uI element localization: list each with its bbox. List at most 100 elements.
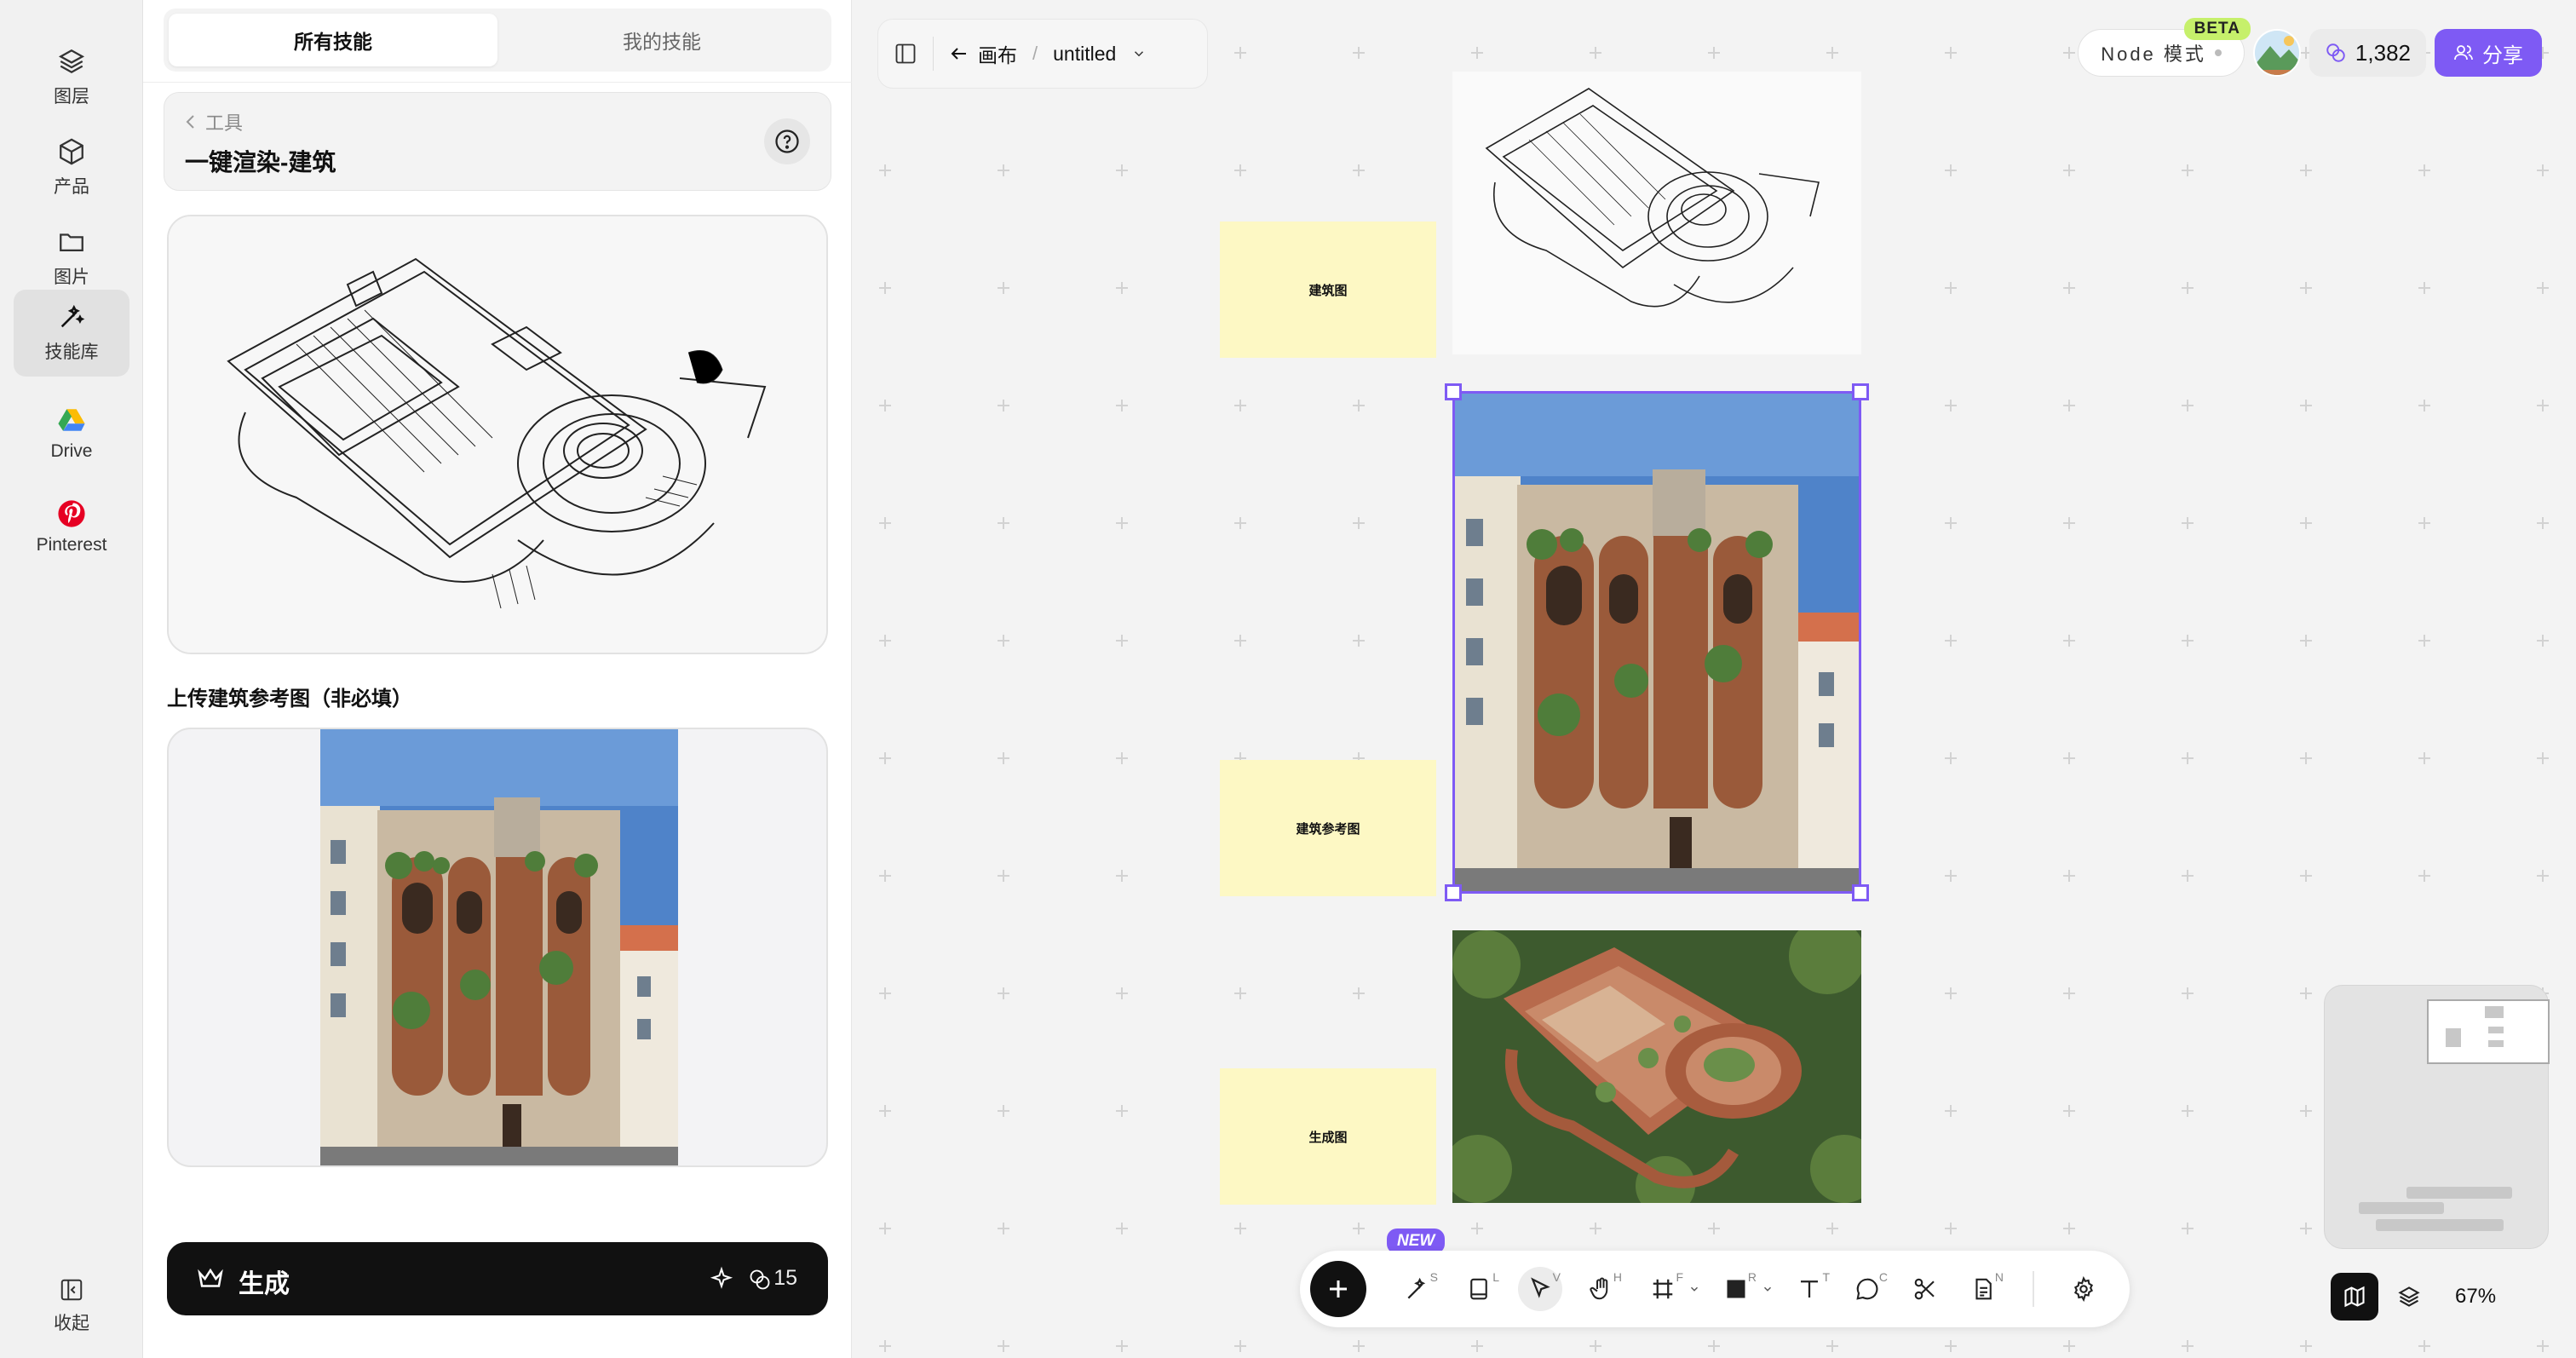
- rail-item-drive[interactable]: Drive: [14, 390, 129, 477]
- minimap-item: [2488, 1040, 2504, 1047]
- shortcut-key: C: [1878, 1270, 1888, 1284]
- minimap-item: [2488, 1027, 2504, 1033]
- note-tool-button[interactable]: N: [1961, 1267, 2005, 1311]
- sketch-upload-card[interactable]: [167, 215, 828, 654]
- collapse-button[interactable]: 收起: [14, 1269, 129, 1343]
- text-icon: [1801, 1280, 1818, 1298]
- file-name[interactable]: untitled: [1053, 43, 1116, 66]
- share-button[interactable]: 分享: [2435, 29, 2542, 77]
- zoom-level[interactable]: 67%: [2455, 1285, 2496, 1309]
- minimap-item: [2446, 1028, 2461, 1047]
- generate-label: 生成: [239, 1270, 290, 1298]
- tool-back-link[interactable]: 工具: [185, 108, 243, 135]
- minimap[interactable]: [2324, 985, 2550, 1249]
- text-tool-button[interactable]: T: [1787, 1267, 1831, 1311]
- breadcrumb-separator: /: [1032, 43, 1038, 64]
- cut-tool-button[interactable]: [1903, 1267, 1947, 1311]
- tab-all-skills[interactable]: 所有技能: [169, 14, 497, 66]
- hand-tool-button[interactable]: H: [1579, 1267, 1624, 1311]
- rail-item-skills[interactable]: 技能库: [14, 290, 129, 377]
- magic-wand-icon: [60, 304, 85, 328]
- folder-icon: [60, 233, 83, 252]
- comment-tool-button[interactable]: C: [1845, 1267, 1889, 1311]
- chevron-down-icon[interactable]: [1762, 1283, 1774, 1295]
- rail-label: 图层: [54, 87, 89, 106]
- left-rail: 图层 产品 图片 技能库 Drive Pinterest 收起: [0, 0, 143, 1358]
- skills-panel: 所有技能 我的技能 工具 一键渲染-建筑 上传建筑参考图（非必填） 生成 15: [143, 0, 852, 1358]
- settings-button[interactable]: [2061, 1267, 2106, 1311]
- pinterest-icon: [58, 500, 85, 527]
- tool-title: 一键渲染-建筑: [185, 149, 336, 176]
- rail-label: Pinterest: [36, 535, 107, 555]
- architecture-sketch-image: [169, 216, 826, 653]
- chevron-down-icon[interactable]: [1688, 1283, 1700, 1295]
- add-button[interactable]: [1310, 1261, 1366, 1317]
- grid-frame-tool-button[interactable]: F: [1641, 1267, 1685, 1311]
- map-view-button[interactable]: [2331, 1273, 2378, 1321]
- share-label: 分享: [2482, 43, 2523, 67]
- shape-tool-button[interactable]: R: [1714, 1267, 1758, 1311]
- rail-label: Drive: [50, 441, 93, 461]
- tab-my-skills[interactable]: 我的技能: [497, 14, 826, 66]
- generate-button[interactable]: 生成 15: [167, 1242, 828, 1315]
- square-icon: [1727, 1280, 1745, 1298]
- scissors-icon: [1914, 1278, 1935, 1300]
- question-icon: [775, 129, 799, 153]
- help-button[interactable]: [764, 118, 810, 164]
- shortcut-key: R: [1747, 1270, 1757, 1284]
- magic-wand-icon: [1407, 1277, 1426, 1299]
- minimap-item: [2376, 1219, 2504, 1231]
- sticky-note[interactable]: 建筑图: [1220, 222, 1436, 358]
- frame-tool-button[interactable]: L: [1457, 1267, 1501, 1311]
- tablet-icon: [1470, 1278, 1487, 1300]
- minimap-viewport[interactable]: [2427, 999, 2550, 1064]
- sticky-note[interactable]: 生成图: [1220, 1068, 1436, 1205]
- select-tool-button[interactable]: V: [1518, 1267, 1562, 1311]
- minimap-item: [2406, 1187, 2512, 1199]
- credits-value: 1,382: [2355, 39, 2411, 66]
- sticky-note[interactable]: 建筑参考图: [1220, 760, 1436, 896]
- map-icon: [2344, 1286, 2365, 1308]
- arrow-left-icon: [951, 48, 966, 60]
- layers-view-button[interactable]: [2385, 1273, 2433, 1321]
- skill-tabs: 所有技能 我的技能: [164, 9, 831, 72]
- breadcrumb: 画布 / untitled: [877, 19, 1208, 89]
- rail-item-pinterest[interactable]: Pinterest: [14, 484, 129, 571]
- shortcut-key: F: [1676, 1270, 1683, 1284]
- chevron-down-icon[interactable]: [1131, 46, 1147, 61]
- rail-item-images[interactable]: 图片: [14, 215, 129, 302]
- divider: [933, 37, 934, 71]
- canvas-sketch-image[interactable]: [1452, 72, 1861, 354]
- back-to-canvas-link[interactable]: 画布: [949, 39, 1017, 68]
- chevron-left-icon: [186, 115, 194, 129]
- shortcut-key: H: [1613, 1270, 1622, 1284]
- layers-icon: [58, 49, 85, 74]
- shortcut-key: T: [1822, 1270, 1830, 1284]
- canvas-reference-image[interactable]: [1452, 391, 1861, 894]
- reference-upload-card[interactable]: [167, 728, 828, 1167]
- rail-item-products[interactable]: 产品: [14, 124, 129, 211]
- crown-icon: [198, 1268, 223, 1287]
- reference-label: 上传建筑参考图（非必填）: [167, 688, 412, 711]
- magic-tool-button[interactable]: S: [1395, 1267, 1440, 1311]
- google-drive-icon: [58, 409, 85, 431]
- sidebar-toggle-icon[interactable]: [894, 42, 917, 66]
- minimap-item: [2359, 1202, 2444, 1214]
- credits-badge[interactable]: 1,382: [2309, 29, 2426, 77]
- minimap-item: [2485, 1006, 2504, 1018]
- coin-icon: [750, 1269, 770, 1290]
- cursor-icon: [1531, 1277, 1550, 1298]
- avatar-image: [2254, 31, 2299, 75]
- hash-frame-icon: [1653, 1279, 1673, 1299]
- coin-icon: [2326, 43, 2345, 62]
- node-mode-toggle[interactable]: Node 模式 BETA: [2078, 18, 2251, 77]
- reference-building-photo: [320, 729, 678, 1165]
- gear-icon: [2073, 1276, 2094, 1302]
- canvas-generated-image[interactable]: [1452, 930, 1861, 1203]
- rail-item-layers[interactable]: 图层: [14, 34, 129, 121]
- hand-icon: [1590, 1277, 1608, 1300]
- bottom-toolbar: S L V H F R T C N: [1300, 1251, 2130, 1327]
- avatar[interactable]: [2252, 29, 2301, 77]
- architecture-sketch-image: [1485, 88, 1820, 308]
- top-right-controls: Node 模式 BETA 1,382 分享: [2078, 18, 2542, 77]
